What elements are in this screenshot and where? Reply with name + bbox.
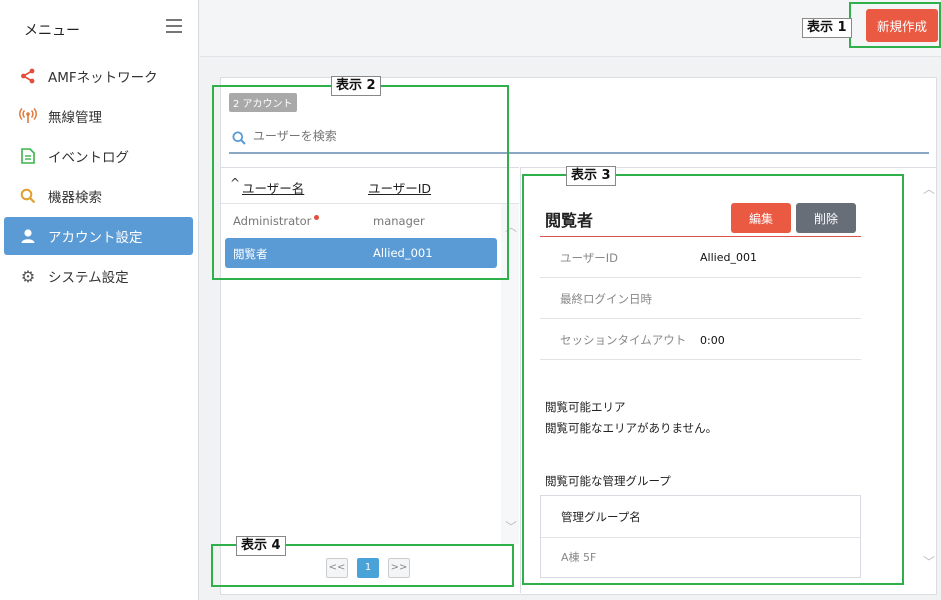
annotation-label-1: 表示 1 <box>802 18 852 38</box>
sidebar-item-label: アカウント設定 <box>48 230 143 246</box>
sidebar-item-event-log[interactable]: イベントログ <box>4 137 193 175</box>
annotation-label-3: 表示 3 <box>566 166 616 186</box>
annotation-label-4: 表示 4 <box>236 536 286 556</box>
search-icon <box>19 187 37 205</box>
document-icon <box>19 147 37 165</box>
sidebar: メニュー AMFネットワーク 無線管理 イベントログ 機器検索 アカウント設定 … <box>0 0 199 600</box>
share-icon <box>19 67 37 85</box>
annotation-label-2: 表示 2 <box>331 76 381 96</box>
chevron-up-icon[interactable]: ︿ <box>923 180 935 197</box>
user-icon <box>19 227 37 245</box>
sidebar-item-device-search[interactable]: 機器検索 <box>4 177 193 215</box>
chevron-down-icon[interactable]: ﹀ <box>505 518 517 535</box>
annotation-box-2 <box>212 85 509 280</box>
sidebar-item-label: イベントログ <box>48 150 129 166</box>
sidebar-nav: AMFネットワーク 無線管理 イベントログ 機器検索 アカウント設定 ⚙ システ… <box>4 57 193 297</box>
sidebar-item-label: 機器検索 <box>48 190 102 206</box>
annotation-box-3 <box>522 174 904 585</box>
hamburger-icon[interactable] <box>166 19 182 33</box>
sidebar-item-label: AMFネットワーク <box>48 70 158 86</box>
sidebar-item-system-settings[interactable]: ⚙ システム設定 <box>4 257 193 295</box>
sidebar-item-wireless[interactable]: 無線管理 <box>4 97 193 135</box>
gear-icon: ⚙ <box>20 266 36 286</box>
antenna-icon <box>19 107 37 125</box>
sidebar-item-account-settings[interactable]: アカウント設定 <box>4 217 193 255</box>
annotation-box-1 <box>849 2 941 48</box>
sidebar-item-label: 無線管理 <box>48 110 102 126</box>
chevron-down-icon[interactable]: ﹀ <box>923 553 935 570</box>
menu-title: メニュー <box>24 23 80 39</box>
sidebar-item-label: システム設定 <box>48 270 129 286</box>
sidebar-item-amf-network[interactable]: AMFネットワーク <box>4 57 193 95</box>
